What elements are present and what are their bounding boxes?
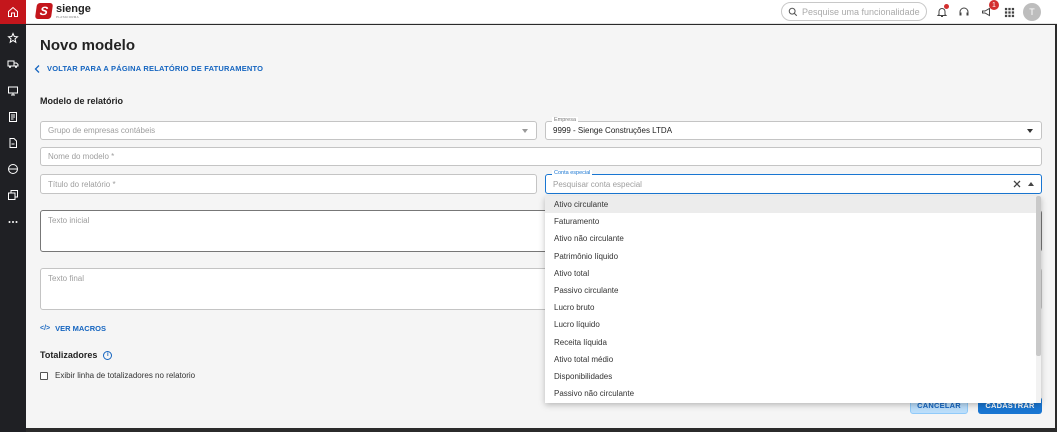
sidebar-item-globe[interactable] [0, 158, 26, 180]
ver-macros-link[interactable]: </> VER MACROS [40, 324, 106, 333]
sienge-logo-mark: S [34, 3, 54, 19]
sidebar-item-more[interactable] [0, 211, 26, 233]
back-link[interactable]: VOLTAR PARA A PÁGINA RELATÓRIO DE FATURA… [34, 64, 263, 73]
sidebar-item-monitor[interactable] [0, 80, 26, 102]
document-icon [9, 112, 17, 122]
chevron-down-icon [1027, 129, 1033, 133]
dropdown-scrollbar[interactable] [1036, 196, 1041, 403]
announcements-button[interactable]: 1 [979, 0, 999, 20]
sienge-logo[interactable]: S sienge PLATAFORMA [34, 2, 91, 19]
globe-icon [8, 164, 18, 174]
totalizadores-checkbox[interactable] [40, 371, 48, 380]
grupo-empresas-placeholder: Grupo de empresas contábeis [48, 126, 156, 135]
brand-subtitle: PLATAFORMA [56, 14, 79, 19]
empresa-value: 9999 - Sienge Construções LTDA [553, 126, 673, 135]
avatar[interactable]: T [1023, 3, 1041, 21]
option-item[interactable]: Disponibilidades [545, 368, 1041, 385]
sidebar-item-logistics[interactable] [0, 53, 26, 75]
nome-modelo-placeholder: Nome do modelo * [48, 152, 115, 161]
home-button[interactable] [0, 0, 26, 24]
chevron-down-icon [522, 129, 528, 133]
notifications-button[interactable] [934, 4, 950, 20]
search-icon [788, 7, 798, 16]
apps-button[interactable] [1001, 4, 1017, 20]
grupo-empresas-select[interactable]: Grupo de empresas contábeis [40, 121, 537, 140]
option-item[interactable]: Lucro bruto [545, 299, 1041, 316]
support-button[interactable] [956, 4, 972, 20]
code-icon: </> [40, 325, 51, 332]
nome-modelo-field[interactable]: Nome do modelo * [40, 147, 1042, 166]
monitor-icon [8, 86, 18, 96]
option-item[interactable]: Receita líquida [545, 334, 1041, 351]
star-icon [7, 32, 19, 44]
option-item[interactable]: Passivo não circulante [545, 385, 1041, 402]
texto-inicial-placeholder: Texto inicial [48, 216, 90, 225]
conta-especial-options: Ativo circulante Faturamento Ativo não c… [545, 196, 1041, 403]
option-item[interactable]: Ativo total [545, 265, 1041, 282]
option-item[interactable]: Lucro líquido [545, 316, 1041, 333]
page-title: Novo modelo [40, 37, 136, 54]
option-item[interactable]: Faturamento [545, 213, 1041, 230]
dropdown-scrollbar-thumb[interactable] [1036, 196, 1041, 356]
home-icon [8, 6, 18, 17]
totalizadores-label: Totalizadores [40, 350, 98, 360]
section-title: Modelo de relatório [40, 96, 124, 106]
truck-icon [7, 60, 19, 68]
brand-name: sienge [56, 2, 91, 15]
clear-icon[interactable] [1013, 180, 1021, 188]
option-item[interactable]: Ativo total médio [545, 351, 1041, 368]
totalizadores-checkbox-row[interactable]: Exibir linha de totalizadores no relator… [40, 371, 195, 380]
empresa-label: Empresa [552, 117, 579, 123]
topbar: S sienge PLATAFORMA 1 T [26, 0, 1057, 24]
sidebar-item-favorites[interactable] [0, 27, 26, 49]
back-link-label: VOLTAR PARA A PÁGINA RELATÓRIO DE FATURA… [47, 64, 264, 73]
more-horizontal-icon [8, 221, 18, 223]
search-box[interactable] [781, 2, 927, 21]
announcements-badge: 1 [989, 0, 999, 10]
sidebar-item-copies[interactable] [0, 184, 26, 206]
sidebar-item-reports[interactable] [0, 132, 26, 154]
notification-dot [944, 4, 949, 9]
sidebar [0, 0, 26, 432]
conta-especial-placeholder: Pesquisar conta especial [553, 180, 642, 189]
totalizadores-title: Totalizadores i [40, 350, 113, 360]
empresa-select[interactable]: Empresa 9999 - Sienge Construções LTDA [545, 117, 1042, 140]
texto-final-placeholder: Texto final [48, 274, 85, 283]
option-item[interactable]: Patrimônio líquido [545, 248, 1041, 265]
option-item[interactable]: Ativo não circulante [545, 230, 1041, 247]
conta-especial-label: Conta especial [552, 170, 593, 176]
option-item[interactable]: Passivo circulante [545, 282, 1041, 299]
copy-icon [8, 190, 18, 200]
chevron-up-icon[interactable] [1028, 182, 1034, 186]
search-input[interactable] [802, 6, 920, 17]
ver-macros-label: VER MACROS [55, 324, 106, 333]
chevron-left-icon [34, 64, 40, 73]
file-icon [9, 138, 17, 148]
headset-icon [959, 7, 969, 16]
option-item[interactable]: Ativo circulante [545, 196, 1041, 214]
apps-grid-icon [1004, 7, 1014, 17]
sidebar-item-documents[interactable] [0, 106, 26, 128]
titulo-relatorio-placeholder: Título do relatório * [48, 180, 116, 189]
conta-especial-autocomplete[interactable]: Conta especial Pesquisar conta especial [545, 170, 1042, 194]
titulo-relatorio-field[interactable]: Título do relatório * [40, 174, 537, 194]
info-icon[interactable]: i [103, 350, 113, 360]
totalizadores-checkbox-label: Exibir linha de totalizadores no relator… [55, 371, 196, 380]
